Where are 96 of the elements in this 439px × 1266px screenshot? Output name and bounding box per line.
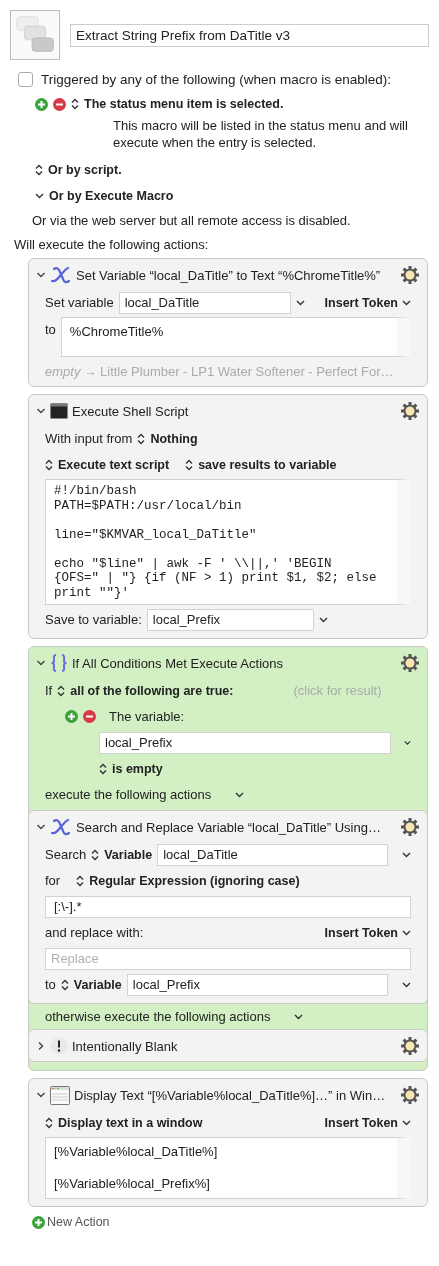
dropdown-icon[interactable]	[295, 299, 305, 306]
action-title: Search and Replace Variable “local_DaTitle” Using…	[76, 819, 382, 835]
add-icon[interactable]	[32, 1215, 45, 1229]
exclamation-icon	[50, 1037, 68, 1055]
script-mode[interactable]: Execute text script	[58, 457, 170, 472]
stepper-icon[interactable]	[45, 1116, 53, 1129]
pattern-field[interactable]: [:\-].*	[45, 895, 411, 918]
stepper-icon[interactable]	[99, 762, 107, 775]
text-field[interactable]: %ChromeTitle%	[60, 317, 411, 357]
caret-icon[interactable]	[294, 1013, 304, 1020]
caret-icon[interactable]	[402, 929, 411, 936]
action-title: Set Variable “local_DaTitle” to Text “%ChromeTitle%”	[76, 267, 382, 283]
field-label: for	[45, 873, 61, 888]
caret-icon[interactable]	[235, 791, 245, 798]
checkbox[interactable]	[18, 72, 33, 87]
insert-token-button[interactable]: Insert Token	[324, 295, 411, 310]
caret-icon[interactable]	[402, 299, 411, 306]
text-field[interactable]: [%Variable%local_DaTitle%] [%Variable%local_Prefix%]	[45, 1137, 411, 1199]
field-label: to	[45, 321, 56, 337]
field-label: If	[45, 683, 53, 698]
replace-field[interactable]: Replace	[45, 947, 411, 970]
condition-label: The variable:	[109, 709, 185, 724]
condition-mode[interactable]: all of the following are true:	[70, 683, 234, 698]
dropdown-icon[interactable]	[402, 981, 411, 988]
insert-token-button[interactable]: Insert Token	[324, 925, 411, 940]
gear-icon[interactable]	[400, 653, 420, 673]
variable-field[interactable]: local_DaTitle	[157, 843, 388, 866]
trigger-option[interactable]: Or by Execute Macro	[49, 189, 174, 203]
stepper-icon[interactable]	[45, 458, 53, 471]
source-type[interactable]: Variable	[104, 847, 153, 862]
web-server-note: Or via the web server but all remote access is disabled.	[32, 213, 352, 228]
variable-field[interactable]: local_Prefix	[146, 608, 314, 631]
actions-heading: Will execute the following actions:	[14, 237, 210, 252]
stepper-icon[interactable]	[71, 98, 79, 110]
disclosure-icon[interactable]	[36, 659, 46, 667]
disclosure-icon[interactable]	[36, 823, 46, 831]
stepper-icon[interactable]	[35, 164, 43, 176]
section-label: execute the following actions	[45, 787, 212, 802]
action-title: If All Conditions Met Execute Actions	[72, 655, 284, 671]
remove-icon[interactable]	[83, 710, 96, 723]
display-mode[interactable]: Display text in a window	[58, 1115, 203, 1130]
insert-token-button[interactable]: Insert Token	[324, 1115, 411, 1130]
script-editor[interactable]: #!/bin/bash PATH=$PATH:/usr/local/bin line="$KMVAR_local_DaTitle" echo "$line" | awk -F ' \\||,' 'BEGIN {OFS=" | "} {if (NF > 1) print $1, $2; else print ""}'	[45, 479, 411, 605]
dropdown-icon[interactable]	[318, 616, 328, 623]
trigger-option[interactable]: Or by script.	[48, 163, 122, 177]
stepper-icon[interactable]	[76, 874, 85, 887]
result-mode[interactable]: save results to variable	[198, 457, 337, 472]
braces-icon	[50, 654, 68, 672]
dropdown-icon[interactable]	[404, 739, 411, 746]
disclosure-icon[interactable]	[37, 1041, 45, 1051]
dropdown-icon[interactable]	[402, 851, 411, 858]
field-label: Save to variable:	[45, 612, 142, 627]
variable-icon	[50, 818, 72, 836]
action-title: Intentionally Blank	[72, 1038, 179, 1054]
destination-type[interactable]: Variable	[73, 977, 122, 992]
stepper-icon[interactable]	[60, 978, 69, 991]
variable-field[interactable]: local_Prefix	[99, 731, 391, 754]
disclosure-icon[interactable]	[35, 193, 44, 199]
caret-icon[interactable]	[402, 1119, 411, 1126]
stepper-icon[interactable]	[137, 432, 146, 445]
stepper-icon[interactable]	[185, 458, 194, 471]
gear-icon[interactable]	[400, 265, 420, 285]
macro-name-field[interactable]: Extract String Prefix from DaTitle v3	[70, 23, 429, 47]
variable-field[interactable]: local_DaTitle	[118, 291, 291, 314]
gear-icon[interactable]	[400, 1036, 420, 1056]
remove-icon[interactable]	[53, 97, 66, 111]
gear-icon[interactable]	[400, 401, 420, 421]
trigger-description: This macro will be listed in the status menu and will execute when the entry is selected.	[113, 117, 409, 151]
field-label: Set variable	[45, 295, 114, 310]
field-label: Search	[45, 847, 87, 862]
stepper-icon[interactable]	[57, 684, 66, 697]
stepper-icon[interactable]	[91, 848, 100, 861]
field-label: With input from	[45, 431, 133, 446]
gear-icon[interactable]	[400, 1085, 420, 1105]
section-label: otherwise execute the following actions	[45, 1009, 271, 1024]
field-label: to	[45, 977, 56, 992]
new-action-button[interactable]: New Action	[32, 1215, 110, 1229]
gear-icon[interactable]	[400, 817, 420, 837]
action-title: Execute Shell Script	[72, 403, 190, 419]
terminal-icon	[50, 403, 68, 419]
input-source[interactable]: Nothing	[150, 431, 198, 446]
condition-test[interactable]: is empty	[112, 761, 163, 776]
add-icon[interactable]	[65, 710, 78, 723]
result-preview: empty → Little Plumber - LP1 Water Softener - Perfect For…	[45, 364, 395, 379]
add-icon[interactable]	[35, 97, 48, 111]
checkbox-label: Triggered by any of the following (when macro is enabled):	[41, 72, 391, 87]
trigger-type[interactable]: The status menu item is selected.	[84, 97, 284, 111]
disclosure-icon[interactable]	[36, 271, 46, 279]
disclosure-icon[interactable]	[36, 1091, 46, 1099]
action-title: Display Text “[%Variable%local_DaTitle%]…” in Win…	[74, 1087, 387, 1103]
disclosure-icon[interactable]	[36, 407, 46, 415]
match-type[interactable]: Regular Expression (ignoring case)	[89, 873, 300, 888]
variable-field[interactable]: local_Prefix	[126, 973, 388, 996]
variable-icon	[50, 266, 72, 284]
window-icon	[50, 1085, 70, 1105]
field-label: and replace with:	[45, 925, 144, 940]
